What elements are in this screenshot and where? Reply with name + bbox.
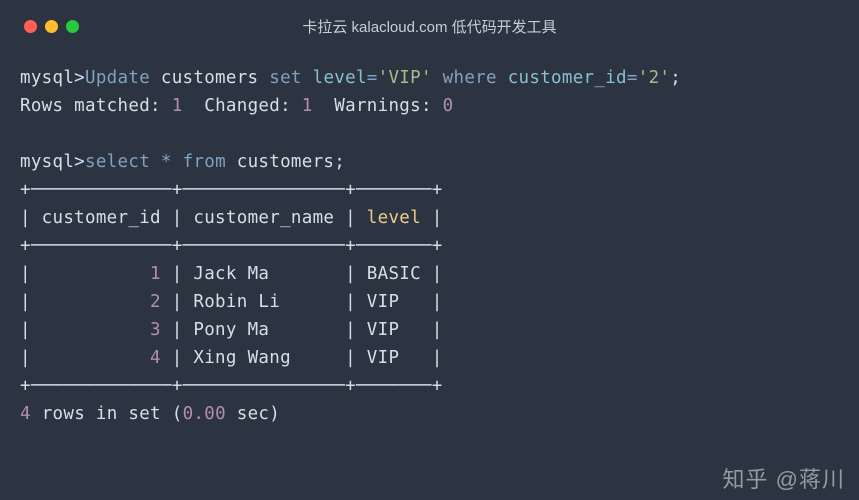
tbl-customers: customers: [161, 68, 259, 88]
cell-name: Jack Ma: [193, 264, 334, 284]
rows-matched-val: 1: [172, 96, 183, 116]
kw-from: from: [183, 152, 226, 172]
kw-where: where: [443, 68, 497, 88]
cell-id: 1: [150, 264, 161, 284]
line-select: mysql>select * from customers;: [20, 152, 345, 172]
line-update: mysql>Update customers set level='VIP' w…: [20, 68, 681, 88]
tbl-customers: customers: [237, 152, 335, 172]
changed-val: 1: [302, 96, 313, 116]
op-eq: =: [367, 68, 378, 88]
prompt: mysql>: [20, 68, 85, 88]
table-border-top: +─────────────+───────────────+───────+: [20, 180, 443, 200]
cell-name: Xing Wang: [193, 348, 334, 368]
table-header: | customer_id | customer_name | level |: [20, 208, 443, 228]
semi: ;: [334, 152, 345, 172]
table-row: | 4 | Xing Wang | VIP |: [20, 348, 443, 368]
op-eq2: =: [627, 68, 638, 88]
time: 0.00: [183, 404, 226, 424]
warnings-val: 0: [443, 96, 454, 116]
watermark: 知乎 @蒋川: [723, 462, 845, 494]
table-border-mid: +─────────────+───────────────+───────+: [20, 236, 443, 256]
hdr-customer-id: customer_id: [42, 208, 161, 228]
semi: ;: [670, 68, 681, 88]
minimize-icon[interactable]: [45, 20, 58, 33]
close-icon[interactable]: [24, 20, 37, 33]
paren-open: (: [172, 404, 183, 424]
cell-level: VIP: [367, 348, 421, 368]
kw-set: set: [269, 68, 302, 88]
cell-level: BASIC: [367, 264, 421, 284]
titlebar: 卡拉云 kalacloud.com 低代码开发工具: [8, 8, 851, 44]
hdr-customer-name: customer_name: [193, 208, 334, 228]
table-row: | 3 | Pony Ma | VIP |: [20, 320, 443, 340]
changed-lbl: Changed:: [204, 96, 291, 116]
col-level: level: [313, 68, 367, 88]
prompt: mysql>: [20, 152, 85, 172]
window-title: 卡拉云 kalacloud.com 低代码开发工具: [8, 16, 851, 37]
window-controls: [24, 20, 79, 33]
maximize-icon[interactable]: [66, 20, 79, 33]
kw-select: select: [85, 152, 150, 172]
rowcount: 4: [20, 404, 31, 424]
terminal-window: 卡拉云 kalacloud.com 低代码开发工具 mysql>Update c…: [8, 8, 851, 492]
cell-level: VIP: [367, 292, 421, 312]
table-row: | 1 | Jack Ma | BASIC |: [20, 264, 443, 284]
terminal-body[interactable]: mysql>Update customers set level='VIP' w…: [8, 44, 851, 436]
rows-in-set: rows in set: [42, 404, 161, 424]
cell-name: Robin Li: [193, 292, 334, 312]
hdr-level: level: [367, 208, 421, 228]
table-row: | 2 | Robin Li | VIP |: [20, 292, 443, 312]
line-footer: 4 rows in set (0.00 sec): [20, 404, 280, 424]
cell-name: Pony Ma: [193, 320, 334, 340]
warnings-lbl: Warnings:: [334, 96, 432, 116]
col-cid: customer_id: [508, 68, 627, 88]
star: *: [161, 152, 172, 172]
rows-matched-lbl: Rows matched:: [20, 96, 161, 116]
cell-level: VIP: [367, 320, 421, 340]
sec: sec: [237, 404, 270, 424]
table-border-bot: +─────────────+───────────────+───────+: [20, 376, 443, 396]
line-result: Rows matched: 1 Changed: 1 Warnings: 0: [20, 96, 454, 116]
paren-close: ): [269, 404, 280, 424]
val-vip: 'VIP': [378, 68, 432, 88]
cell-id: 2: [150, 292, 161, 312]
val-2: '2': [638, 68, 671, 88]
cell-id: 3: [150, 320, 161, 340]
cell-id: 4: [150, 348, 161, 368]
kw-update: Update: [85, 68, 150, 88]
